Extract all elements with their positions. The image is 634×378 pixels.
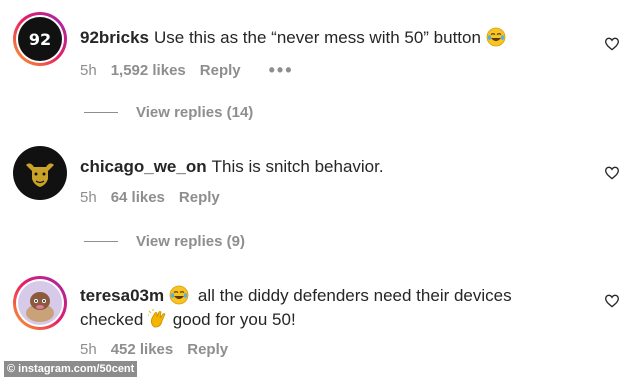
cartoon-avatar-icon bbox=[20, 283, 60, 323]
comment-meta: 5h 1,592 likes Reply ••• bbox=[80, 60, 308, 81]
heart-icon[interactable] bbox=[604, 293, 620, 309]
comment-likes[interactable]: 64 likes bbox=[111, 189, 165, 206]
divider-line bbox=[84, 241, 118, 242]
divider-line bbox=[84, 112, 118, 113]
avatar-text: 92 bbox=[28, 29, 52, 49]
comment-body: Use this as the “never mess with 50” but… bbox=[154, 28, 481, 47]
comment-username[interactable]: chicago_we_on bbox=[80, 157, 207, 176]
comment-meta: 5h 64 likes Reply bbox=[80, 189, 234, 206]
comment-text: teresa03m all the diddy defenders need t… bbox=[80, 284, 580, 332]
view-replies-label: View replies (14) bbox=[136, 104, 254, 121]
comment-body: This is snitch behavior. bbox=[211, 157, 384, 176]
comment-username[interactable]: teresa03m bbox=[80, 286, 164, 305]
clapping-hands-emoji-icon bbox=[148, 309, 166, 328]
more-options-button[interactable]: ••• bbox=[269, 60, 294, 81]
comment-likes[interactable]: 452 likes bbox=[111, 341, 174, 358]
comment-body-part1: all the diddy defenders need their devic… bbox=[197, 286, 512, 305]
comment-text: chicago_we_on This is snitch behavior. bbox=[80, 155, 580, 179]
reply-button[interactable]: Reply bbox=[179, 189, 220, 206]
comment-time: 5h bbox=[80, 62, 97, 79]
reply-button[interactable]: Reply bbox=[187, 341, 228, 358]
comment-username[interactable]: 92bricks bbox=[80, 28, 149, 47]
heart-icon[interactable] bbox=[604, 165, 620, 181]
heart-icon[interactable] bbox=[604, 36, 620, 52]
view-replies-label: View replies (9) bbox=[136, 233, 245, 250]
avatar[interactable] bbox=[13, 276, 67, 330]
comment-body-part2: checked bbox=[80, 310, 144, 329]
comment-time: 5h bbox=[80, 189, 97, 206]
reply-button[interactable]: Reply bbox=[200, 62, 241, 79]
watermark: © instagram.com/50cent bbox=[4, 361, 138, 377]
bull-logo-icon bbox=[18, 151, 62, 195]
view-replies-button[interactable]: View replies (14) bbox=[84, 104, 253, 121]
comment-likes[interactable]: 1,592 likes bbox=[111, 62, 186, 79]
comment-meta: 5h 452 likes Reply bbox=[80, 341, 242, 358]
comment-time: 5h bbox=[80, 341, 97, 358]
tears-of-joy-emoji-icon bbox=[486, 27, 506, 47]
comment-body-part3: good for you 50! bbox=[172, 310, 296, 329]
avatar[interactable]: 92 bbox=[13, 12, 67, 66]
comment-text: 92bricks Use this as the “never mess with… bbox=[80, 26, 580, 50]
tears-of-joy-emoji-icon bbox=[169, 285, 189, 305]
avatar[interactable] bbox=[13, 146, 67, 200]
view-replies-button[interactable]: View replies (9) bbox=[84, 233, 245, 250]
